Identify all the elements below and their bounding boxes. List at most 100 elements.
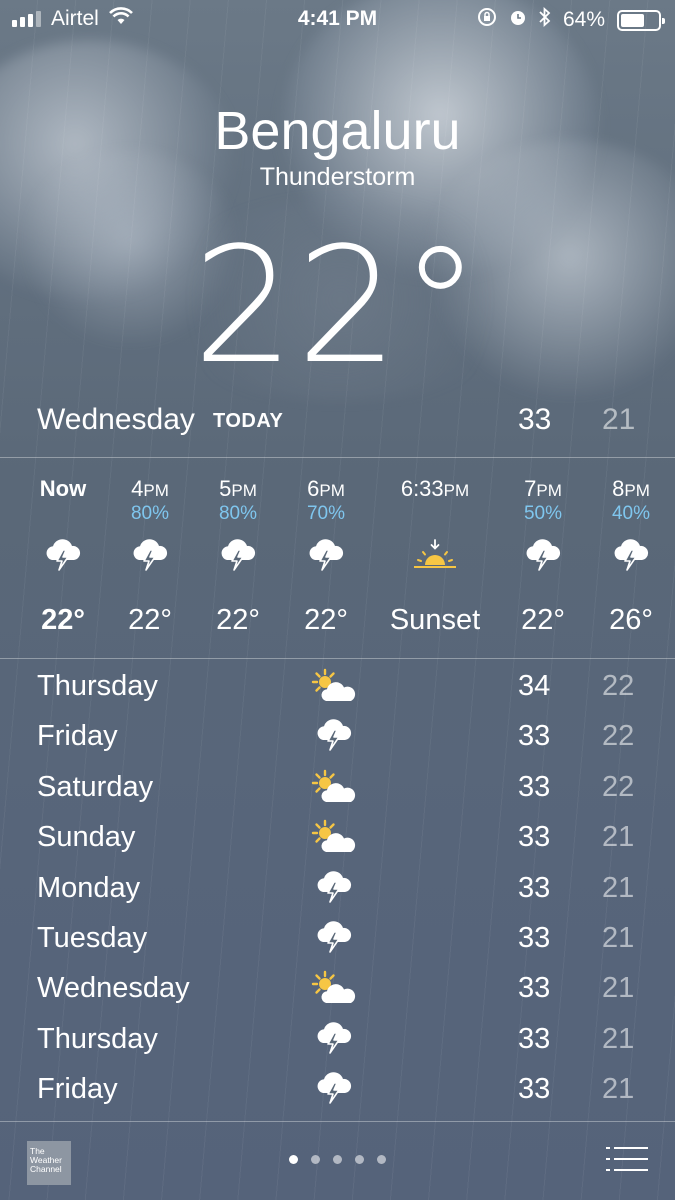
page-dot[interactable] (355, 1155, 364, 1164)
day-row: Friday 33 21 (0, 1065, 675, 1115)
thunderstorm-icon (306, 1071, 362, 1107)
thunderstorm-icon (586, 538, 675, 574)
thunderstorm-icon (306, 718, 362, 754)
day-high: 33 (518, 1022, 551, 1055)
battery-icon (617, 9, 665, 31)
hourly-item-sunset: 6:33PM Sunset (370, 458, 500, 658)
day-low: 21 (602, 871, 635, 904)
alarm-icon (509, 8, 527, 32)
day-name: Thursday (37, 670, 158, 702)
weather-channel-logo[interactable]: The Weather Channel (27, 1141, 71, 1185)
weather-condition: Thunderstorm (259, 163, 416, 191)
precip-chance: 50% (523, 503, 563, 524)
day-row: Wednesday 33 21 (0, 964, 675, 1014)
day-high: 33 (518, 1073, 551, 1106)
today-label: TODAY (213, 410, 284, 432)
hour-label: Now (39, 476, 87, 501)
partly-cloudy-icon (306, 819, 362, 855)
page-dot[interactable] (333, 1155, 342, 1164)
hour-label: 6:33PM (400, 476, 470, 501)
hour-temperature: 22° (521, 604, 565, 636)
day-low: 22 (602, 770, 635, 803)
partly-cloudy-icon (306, 668, 362, 704)
page-dot[interactable] (377, 1155, 386, 1164)
today-day: Wednesday (37, 403, 195, 436)
page-dot[interactable] (311, 1155, 320, 1164)
hour-label: 5PM (219, 476, 257, 501)
day-high: 33 (518, 921, 551, 954)
hourly-item: 7PM 50% 22° (498, 458, 588, 658)
precip-chance: 80% (218, 503, 258, 524)
day-row: Tuesday 33 21 (0, 914, 675, 964)
today-high: 33 (518, 403, 552, 436)
day-row: Friday 33 22 (0, 712, 675, 762)
hourly-forecast[interactable]: Now 22° 4PM 80% 22° 5PM 80% 22° 6PM 70% … (0, 458, 675, 658)
thunderstorm-icon (306, 870, 362, 906)
day-low: 21 (602, 1073, 635, 1106)
page-indicator[interactable] (289, 1155, 386, 1164)
battery-percent: 64% (562, 8, 605, 31)
hour-label: 6PM (307, 476, 345, 501)
precip-chance: 40% (611, 503, 651, 524)
day-high: 33 (518, 770, 551, 803)
hour-temperature: 26° (609, 604, 653, 636)
day-low: 21 (602, 921, 635, 954)
bluetooth-icon (539, 6, 551, 33)
thunderstorm-icon (281, 538, 371, 574)
day-high: 33 (518, 871, 551, 904)
day-row: Monday 33 21 (0, 864, 675, 914)
hour-temperature: 22° (41, 604, 85, 636)
thunderstorm-icon (105, 538, 195, 574)
precip-chance: 70% (306, 503, 346, 524)
hourly-item: 4PM 80% 22° (105, 458, 195, 658)
hour-temperature: 22° (216, 604, 260, 636)
day-row: Thursday 34 22 (0, 662, 675, 712)
day-low: 21 (602, 972, 635, 1005)
hour-temperature: Sunset (389, 604, 481, 636)
day-name: Thursday (37, 1022, 158, 1055)
day-row: Thursday 33 21 (0, 1015, 675, 1065)
day-name: Monday (37, 871, 141, 904)
divider-middle (0, 658, 675, 659)
today-low: 21 (602, 403, 636, 436)
day-row: Saturday 33 22 (0, 763, 675, 813)
day-high: 33 (518, 720, 551, 753)
hourly-item: Now 22° (18, 458, 108, 658)
day-high: 33 (518, 972, 551, 1005)
city-list-button[interactable] (606, 1146, 648, 1174)
bottom-toolbar: The Weather Channel (0, 1121, 675, 1200)
hour-temperature: 22° (128, 604, 172, 636)
day-name: Saturday (37, 770, 154, 803)
hourly-item: 6PM 70% 22° (281, 458, 371, 658)
hourly-item: 8PM 40% 26° (586, 458, 675, 658)
hourly-item: 5PM 80% 22° (193, 458, 283, 658)
day-low: 21 (602, 821, 635, 854)
thunderstorm-icon (498, 538, 588, 574)
thunderstorm-icon (18, 538, 108, 574)
day-low: 22 (602, 670, 635, 702)
current-temperature: 22° (192, 212, 483, 399)
hour-label: 7PM (524, 476, 562, 501)
precip-chance: 80% (130, 503, 170, 524)
daily-forecast[interactable]: Thursday 34 22 Friday 33 22 Saturday 33 … (0, 662, 675, 1116)
page-dot[interactable] (289, 1155, 298, 1164)
day-low: 21 (602, 1022, 635, 1055)
thunderstorm-icon (193, 538, 283, 574)
day-name: Friday (37, 720, 118, 753)
thunderstorm-icon (306, 1021, 362, 1057)
today-summary: Wednesday TODAY 33 21 (0, 398, 675, 456)
partly-cloudy-icon (306, 970, 362, 1006)
thunderstorm-icon (306, 920, 362, 956)
status-bar: Airtel 4:41 PM 64% (0, 0, 675, 38)
day-name: Sunday (37, 821, 136, 854)
hour-label: 4PM (131, 476, 169, 501)
day-name: Friday (37, 1073, 118, 1106)
rotation-lock-icon (477, 7, 497, 33)
hour-label: 8PM (612, 476, 650, 501)
city-name: Bengaluru (214, 101, 461, 161)
partly-cloudy-icon (306, 769, 362, 805)
day-high: 33 (518, 821, 551, 854)
sunset-icon (370, 538, 500, 574)
day-low: 22 (602, 720, 635, 753)
hour-temperature: 22° (304, 604, 348, 636)
